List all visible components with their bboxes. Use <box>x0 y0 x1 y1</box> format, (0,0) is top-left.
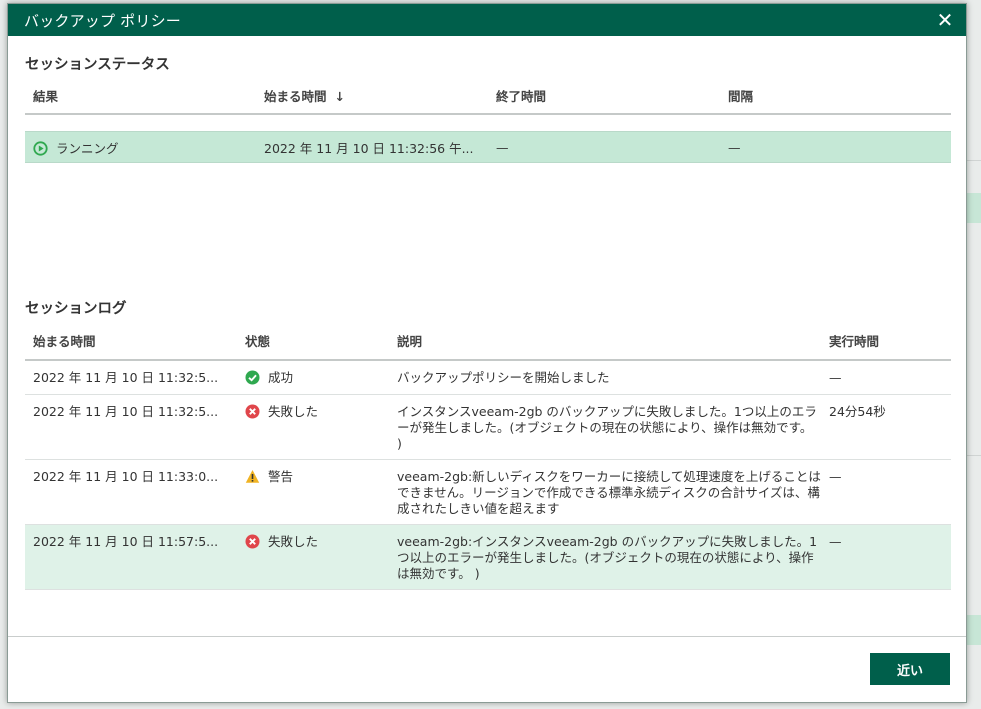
session-log-header: 始まる時間 状態 説明 実行時間 <box>25 321 951 361</box>
success-icon <box>245 370 260 385</box>
column-header-start-label: 始まる時間 <box>264 88 327 104</box>
log-duration-cell: 24分54秒 <box>829 404 886 419</box>
status-interval-cell: — <box>728 139 741 155</box>
background-divider-2 <box>967 455 981 456</box>
log-status-cell: 成功 <box>237 370 389 386</box>
log-row[interactable]: 2022 年 11 月 10 日 11:32:5... 失敗した インスタンスv… <box>25 395 951 460</box>
log-description-cell: veeam-2gb:インスタンスveeam-2gb のバックアップに失敗しました… <box>397 534 818 581</box>
status-result-cell: ランニング <box>25 138 256 157</box>
dialog-footer: 近い <box>8 636 966 702</box>
log-description-cell: veeam-2gb:新しいディスクをワーカーに接続して処理速度を上げることはでき… <box>397 469 821 516</box>
background-divider <box>967 160 981 161</box>
background-selected-row <box>967 193 981 223</box>
log-column-status[interactable]: 状態 <box>237 331 389 350</box>
session-status-title: セッションステータス <box>25 57 170 73</box>
dialog-title: バックアップ ポリシー <box>24 11 181 30</box>
log-status-label: 失敗した <box>268 534 319 549</box>
sort-descending-icon: ↓ <box>334 88 345 104</box>
log-duration-cell: — <box>829 370 842 385</box>
session-status-header: 結果 始まる時間 ↓ 終了時間 間隔 <box>25 77 951 115</box>
log-duration-cell: — <box>829 534 842 549</box>
log-start-cell: 2022 年 11 月 10 日 11:32:5... <box>33 370 219 385</box>
warning-icon <box>245 469 260 484</box>
log-description-cell: インスタンスveeam-2gb のバックアップに失敗しました。1つ以上のエラーが… <box>397 404 817 451</box>
running-icon <box>33 140 48 156</box>
log-column-duration[interactable]: 実行時間 <box>821 331 951 350</box>
column-header-interval[interactable]: 間隔 <box>720 86 951 105</box>
log-row[interactable]: 2022 年 11 月 10 日 11:33:0... 警告 veeam-2gb… <box>25 460 951 525</box>
log-start-cell: 2022 年 11 月 10 日 11:33:0... <box>33 469 219 484</box>
session-log-title: セッションログ <box>25 301 127 317</box>
column-header-end[interactable]: 終了時間 <box>488 86 720 105</box>
session-status-row[interactable]: ランニング 2022 年 11 月 10 日 11:32:56 午... — — <box>25 131 951 163</box>
session-log-table: 始まる時間 状態 説明 実行時間 2022 年 11 月 10 日 11:32:… <box>25 321 951 590</box>
background-selected-row-2 <box>967 615 981 645</box>
backup-policy-dialog: バックアップ ポリシー ✕ セッションステータス 結果 始まる時間 ↓ 終了時間 … <box>7 3 967 703</box>
log-status-cell: 警告 <box>237 469 389 485</box>
log-description-cell: バックアップポリシーを開始しました <box>397 370 610 385</box>
close-icon[interactable]: ✕ <box>934 9 956 31</box>
log-status-cell: 失敗した <box>237 404 389 420</box>
error-icon <box>245 404 260 419</box>
column-header-start[interactable]: 始まる時間 ↓ <box>256 86 488 105</box>
dialog-titlebar: バックアップ ポリシー ✕ <box>8 4 966 36</box>
log-status-cell: 失敗した <box>237 534 389 550</box>
log-start-cell: 2022 年 11 月 10 日 11:57:5... <box>33 534 219 549</box>
error-icon <box>245 534 260 549</box>
log-column-start[interactable]: 始まる時間 <box>25 331 237 350</box>
column-header-result[interactable]: 結果 <box>25 86 256 105</box>
log-status-label: 成功 <box>268 370 294 385</box>
log-status-label: 警告 <box>268 469 294 484</box>
session-status-table: 結果 始まる時間 ↓ 終了時間 間隔 ランニング 2022 年 11 月 10 日… <box>25 77 951 163</box>
log-row[interactable]: 2022 年 11 月 10 日 11:32:5... 成功 バックアップポリシ… <box>25 361 951 395</box>
log-duration-cell: — <box>829 469 842 484</box>
status-end-cell: — <box>496 139 509 155</box>
log-start-cell: 2022 年 11 月 10 日 11:32:5... <box>33 404 219 419</box>
close-button[interactable]: 近い <box>870 653 950 685</box>
log-status-label: 失敗した <box>268 404 319 419</box>
log-row[interactable]: 2022 年 11 月 10 日 11:57:5... 失敗した veeam-2… <box>25 525 951 590</box>
status-result-label: ランニング <box>56 140 119 156</box>
status-start-cell: 2022 年 11 月 10 日 11:32:56 午... <box>264 140 474 156</box>
log-column-description[interactable]: 説明 <box>389 331 821 350</box>
